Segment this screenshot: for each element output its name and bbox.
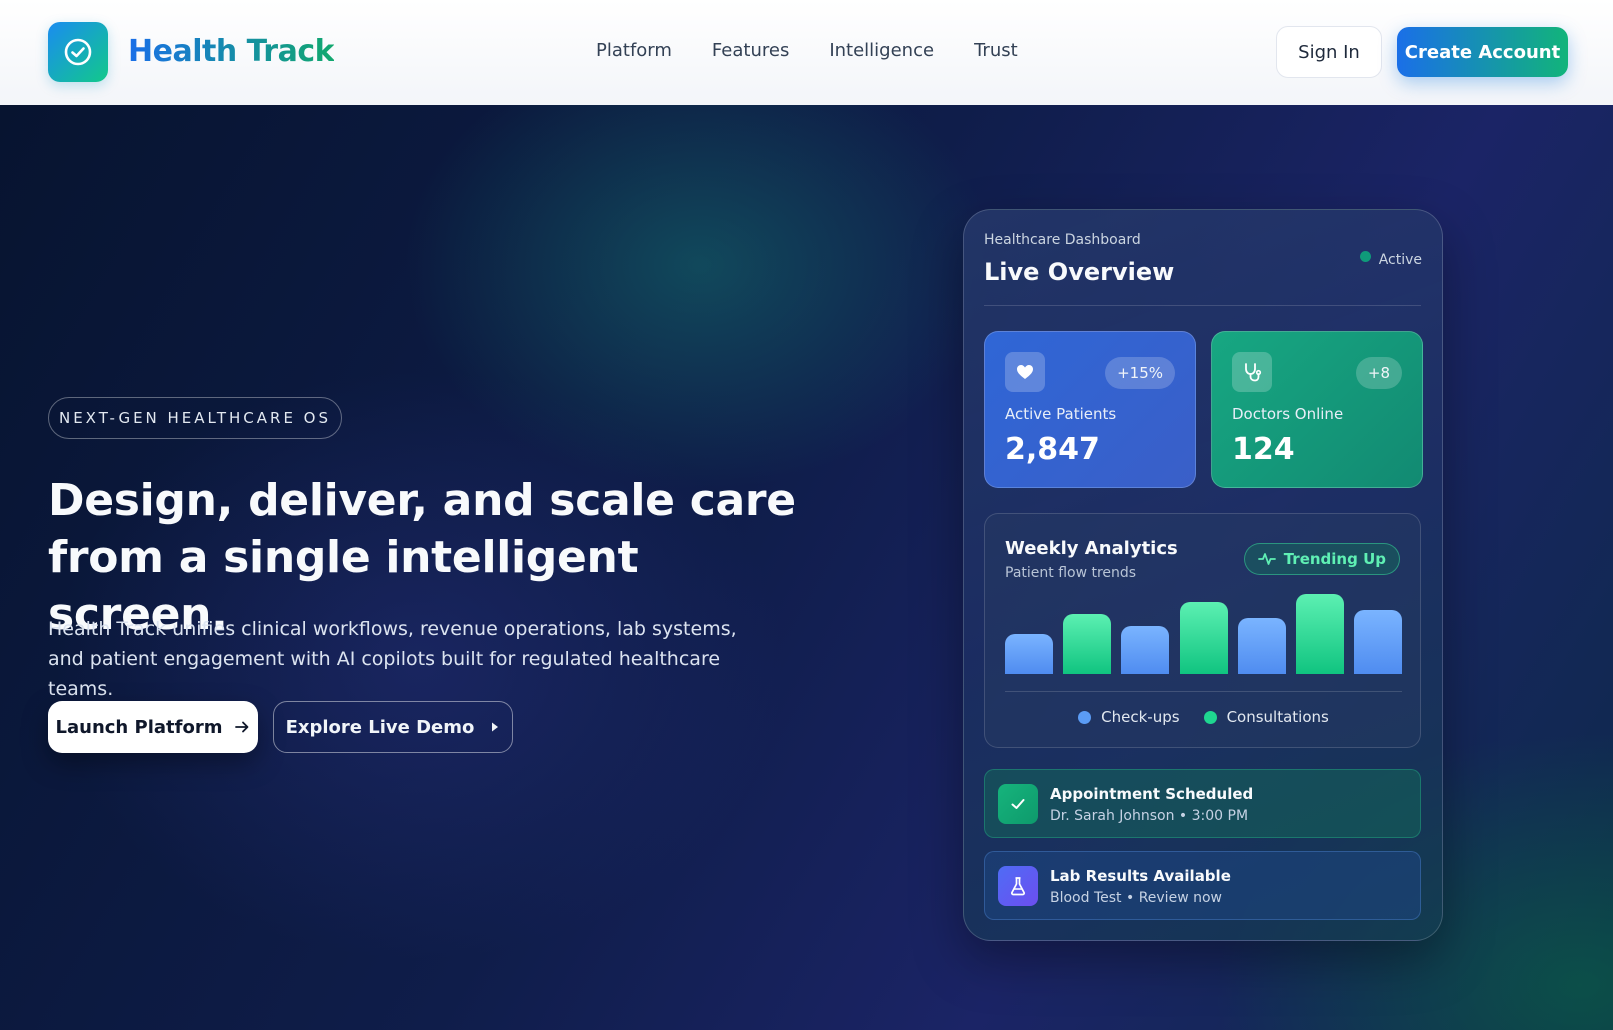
create-account-button[interactable]: Create Account — [1397, 27, 1568, 77]
check-icon — [998, 784, 1038, 824]
chart-bar-consultations — [1179, 602, 1228, 674]
stat-card-active-patients[interactable]: +15% Active Patients 2,847 — [984, 331, 1196, 488]
stat-value: 2,847 — [1005, 432, 1100, 467]
chart-bar-checkups — [1005, 634, 1053, 674]
trending-up-badge[interactable]: Trending Up — [1243, 543, 1400, 575]
chart-bar-checkups — [1237, 618, 1286, 674]
legend-checkups: Check-ups — [1078, 708, 1180, 726]
eyebrow-pill: NEXT-GEN HEALTHCARE OS — [48, 397, 342, 439]
legend-consultations: Consultations — [1203, 708, 1329, 726]
logo-check-icon[interactable] — [48, 22, 108, 82]
explore-demo-button[interactable]: Explore Live Demo — [273, 701, 513, 753]
dashboard-title: Live Overview — [984, 258, 1175, 286]
legend-label: Check-ups — [1101, 708, 1180, 726]
arrow-right-icon — [235, 721, 249, 733]
trend-label: Trending Up — [1283, 550, 1386, 568]
dashboard-card: Healthcare Dashboard Live Overview Activ… — [963, 209, 1443, 941]
chart-bar-checkups — [1121, 626, 1170, 674]
chart-bar-checkups — [1354, 610, 1402, 674]
play-icon — [492, 722, 499, 732]
notification-title: Lab Results Available — [1050, 867, 1231, 885]
legend-dot-icon — [1203, 710, 1217, 724]
hero-subtext: Health Track unifies clinical workflows,… — [48, 618, 737, 700]
divider — [1005, 691, 1402, 692]
divider — [984, 305, 1421, 306]
growth-badge: +15% — [1105, 357, 1175, 389]
pulse-icon — [1257, 553, 1276, 565]
bar-chart — [1005, 594, 1402, 674]
nav-features[interactable]: Features — [712, 40, 789, 61]
notification-appointment[interactable]: Appointment Scheduled Dr. Sarah Johnson … — [984, 769, 1421, 838]
analytics-subtitle: Patient flow trends — [1005, 565, 1137, 581]
notification-subtitle: Dr. Sarah Johnson • 3:00 PM — [1050, 808, 1249, 824]
flask-icon — [998, 866, 1038, 906]
growth-badge: +8 — [1355, 357, 1402, 389]
nav-trust[interactable]: Trust — [974, 40, 1018, 61]
legend-dot-icon — [1078, 710, 1092, 724]
status-dot-icon — [1359, 250, 1371, 262]
status-indicator: Active — [1359, 250, 1422, 268]
stethoscope-icon — [1232, 352, 1272, 392]
notification-lab-results[interactable]: Lab Results Available Blood Test • Revie… — [984, 851, 1421, 920]
legend-label: Consultations — [1226, 708, 1329, 726]
analytics-title: Weekly Analytics — [1005, 538, 1178, 559]
launch-platform-label: Launch Platform — [55, 716, 223, 738]
chart-bar-consultations — [1295, 594, 1344, 674]
explore-demo-label: Explore Live Demo — [285, 716, 475, 738]
nav-platform[interactable]: Platform — [596, 40, 672, 61]
status-text: Active — [1378, 252, 1422, 268]
dashboard-label: Healthcare Dashboard — [984, 232, 1141, 248]
main-nav: Platform Features Intelligence Trust — [596, 40, 1058, 61]
sign-in-button[interactable]: Sign In — [1276, 26, 1382, 78]
stat-label: Active Patients — [1005, 405, 1117, 423]
top-header: Health Track Platform Features Intellige… — [0, 0, 1613, 105]
brand-name[interactable]: Health Track — [128, 34, 335, 69]
stat-card-doctors-online[interactable]: +8 Doctors Online 124 — [1211, 331, 1423, 488]
notification-title: Appointment Scheduled — [1050, 785, 1254, 803]
chart-bar-consultations — [1063, 614, 1112, 674]
nav-intelligence[interactable]: Intelligence — [829, 40, 934, 61]
heart-icon — [1005, 352, 1045, 392]
weekly-analytics-panel: Weekly Analytics Patient flow trends Tre… — [984, 513, 1421, 748]
notification-subtitle: Blood Test • Review now — [1050, 890, 1222, 906]
chart-legend: Check-ups Consultations — [985, 708, 1422, 726]
stat-value: 124 — [1232, 432, 1295, 467]
stat-label: Doctors Online — [1232, 405, 1344, 423]
launch-platform-button[interactable]: Launch Platform — [48, 701, 258, 753]
